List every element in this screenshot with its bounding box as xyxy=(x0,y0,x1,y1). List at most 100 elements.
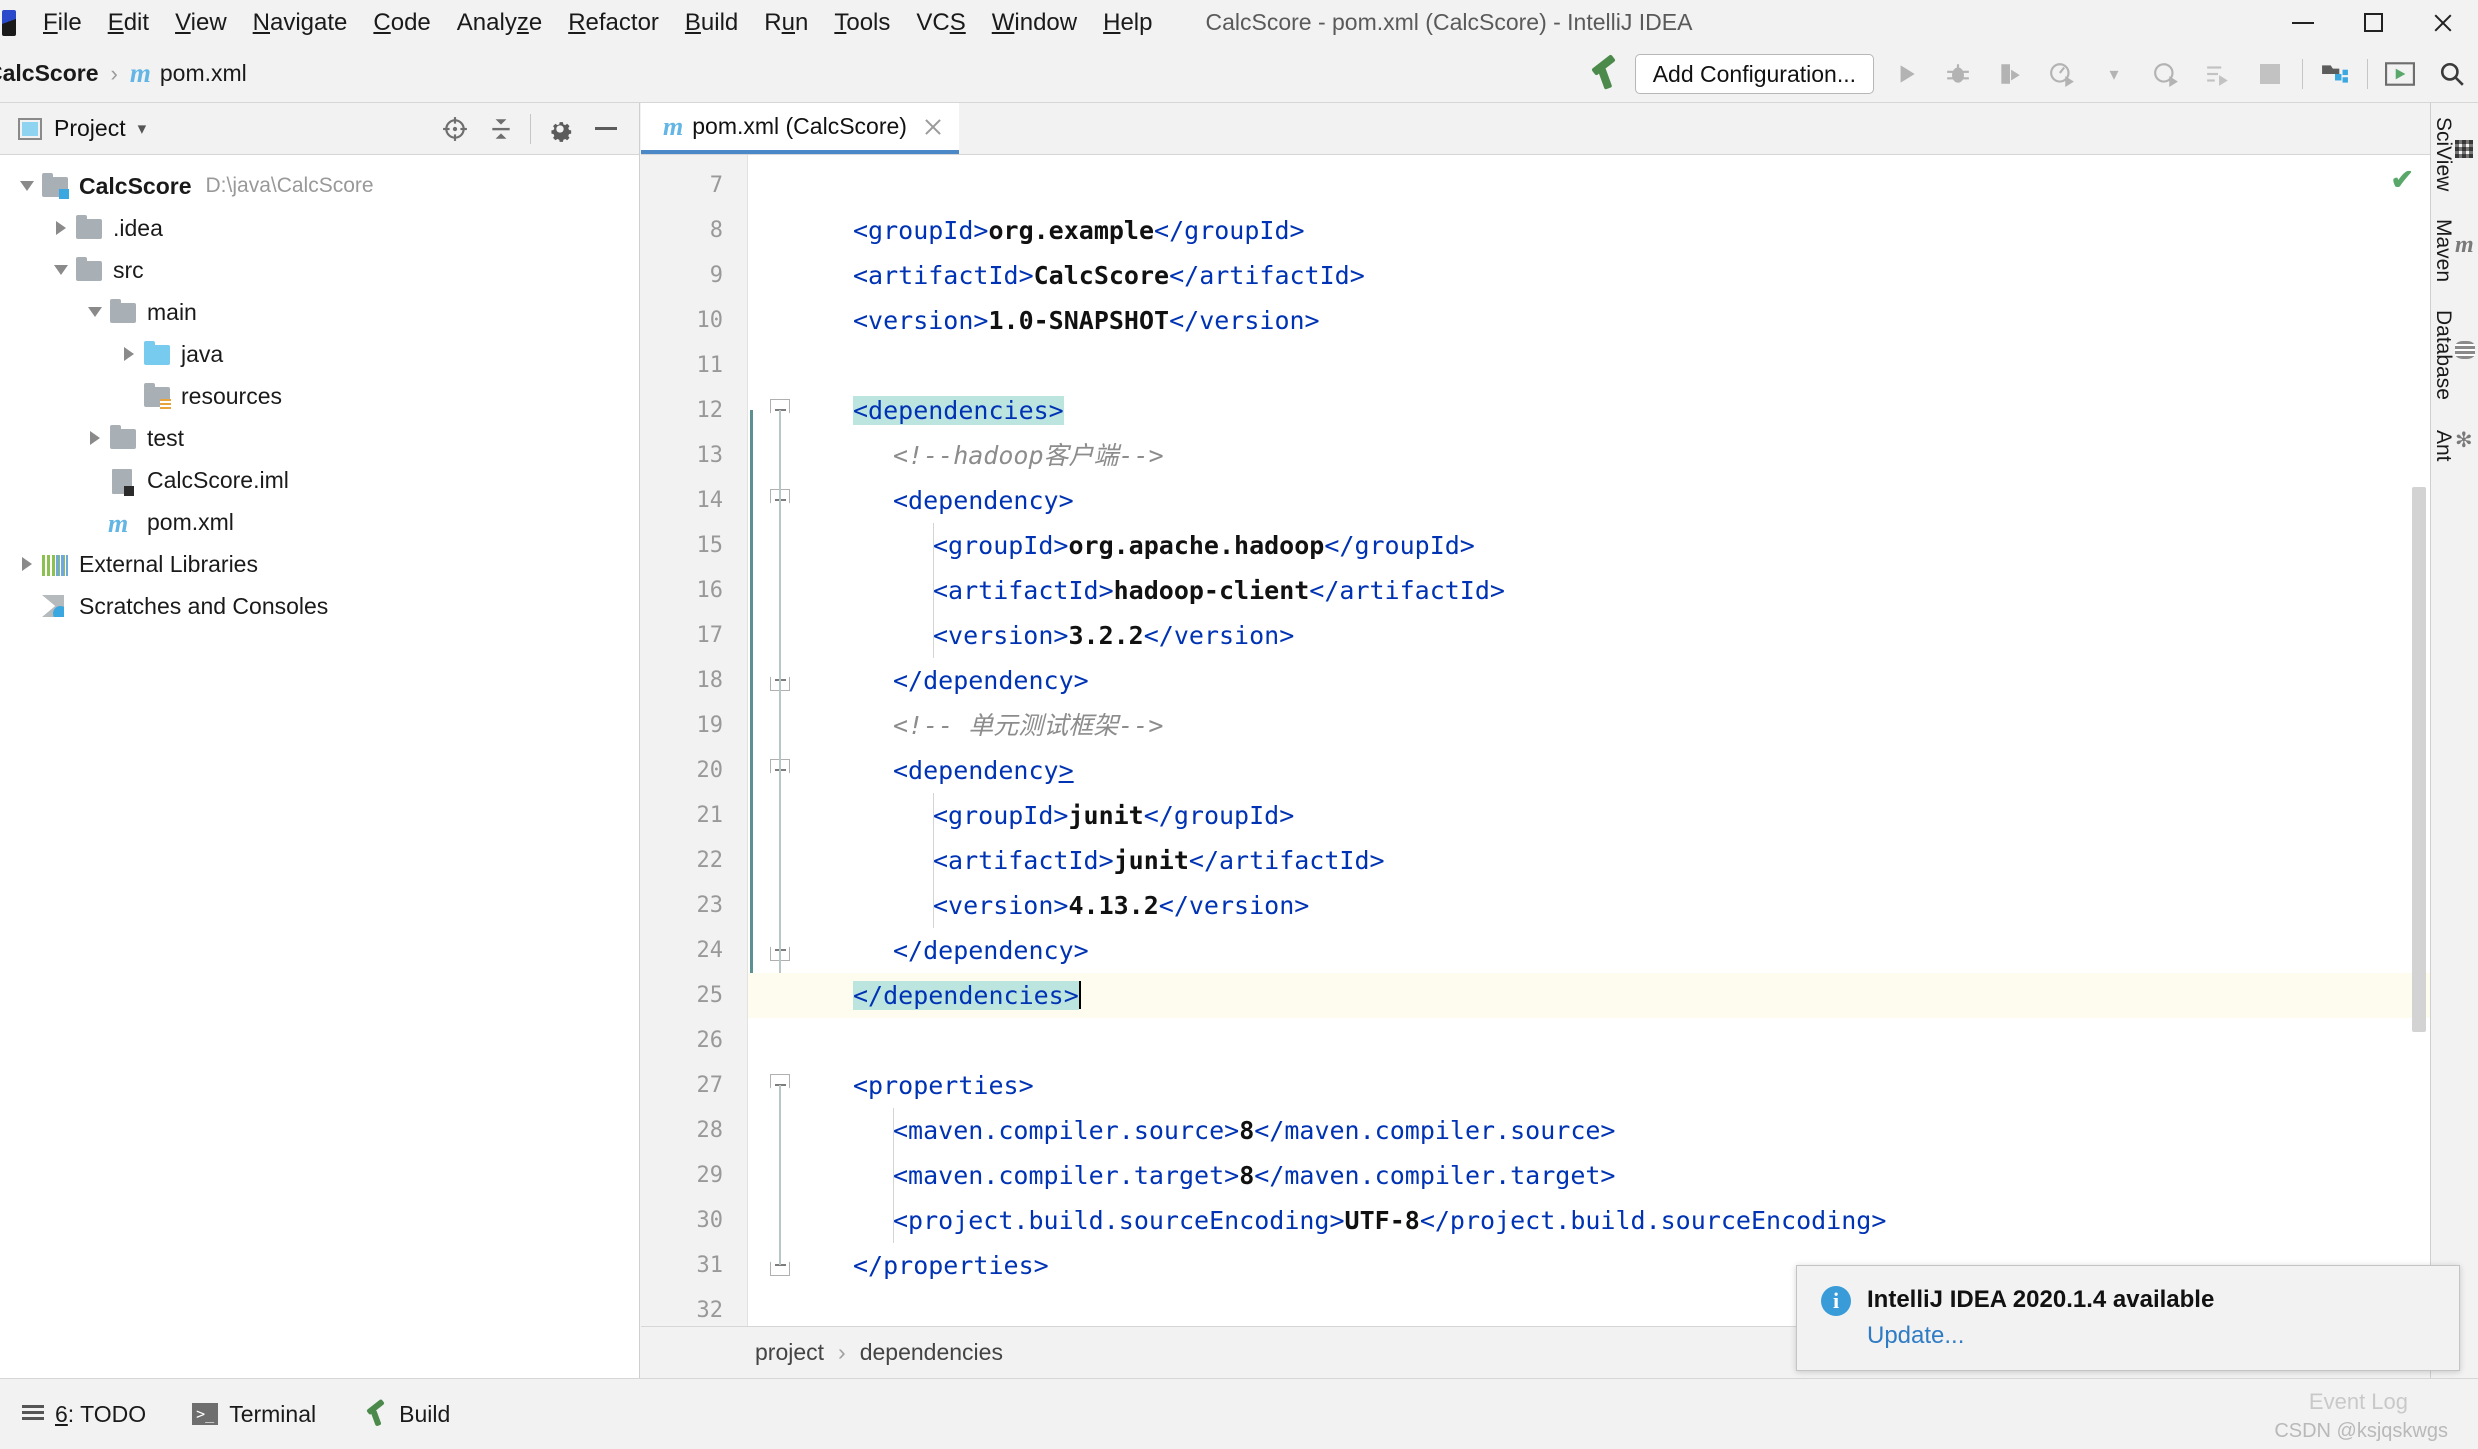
tool-window-database[interactable]: Database xyxy=(2431,296,2475,414)
tree-node-calcscore[interactable]: CalcScore D:\java\CalcScore xyxy=(0,165,639,207)
status-item-label: 6: TODO xyxy=(55,1400,147,1427)
expand-arrow-icon[interactable] xyxy=(14,557,40,571)
status-item-terminal[interactable]: >_ Terminal xyxy=(192,1401,316,1428)
add-configuration-button[interactable]: Add Configuration... xyxy=(1634,54,1874,94)
chevron-down-icon[interactable]: ▾ xyxy=(138,119,147,139)
maven-icon: m xyxy=(2455,232,2474,259)
expand-arrow-icon[interactable] xyxy=(82,431,108,445)
code-line[interactable] xyxy=(641,793,2430,838)
code-line[interactable] xyxy=(641,838,2430,883)
collapse-arrow-icon[interactable] xyxy=(82,307,108,317)
line-number: 32 xyxy=(696,1298,724,1323)
expand-arrow-icon[interactable] xyxy=(116,347,142,361)
line-number: 16 xyxy=(696,578,724,603)
code-text: <groupId>junit</groupId> xyxy=(933,801,1295,830)
more-dropdown-button[interactable]: ▾ xyxy=(2088,45,2140,103)
maximize-button[interactable] xyxy=(2338,0,2408,45)
expand-arrow-icon[interactable] xyxy=(48,221,74,235)
tool-window-maven[interactable]: m Maven xyxy=(2431,205,2478,296)
breadcrumb-item-project[interactable]: project xyxy=(755,1339,824,1366)
menu-view[interactable]: View xyxy=(162,6,240,40)
menu-code[interactable]: Code xyxy=(360,6,443,40)
project-settings-button[interactable] xyxy=(537,106,583,152)
breadcrumb-item-dependencies[interactable]: dependencies xyxy=(860,1339,1003,1366)
search-everywhere-button[interactable] xyxy=(2426,45,2478,103)
menu-help[interactable]: Help xyxy=(1090,6,1165,40)
menu-refactor[interactable]: Refactor xyxy=(555,6,672,40)
tree-node-resources[interactable]: resources xyxy=(0,375,639,417)
tree-node-external-libraries[interactable]: External Libraries xyxy=(0,543,639,585)
code-text: <version>1.0-SNAPSHOT</version> xyxy=(853,306,1320,335)
folder-resources-icon xyxy=(142,383,172,410)
tree-node-pom-xml[interactable]: m pom.xml xyxy=(0,501,639,543)
tool-window-sciview[interactable]: SciView xyxy=(2431,103,2473,205)
tool-window-label: SciView xyxy=(2432,117,2455,192)
tree-node-idea[interactable]: .idea xyxy=(0,207,639,249)
menu-file[interactable]: File xyxy=(30,6,95,40)
menu-build[interactable]: Build xyxy=(672,6,751,40)
navigation-bar: CalcScore › m pom.xml Add Configuration.… xyxy=(0,45,2478,103)
tree-node-main[interactable]: main xyxy=(0,291,639,333)
code-editor[interactable]: 7 8 <groupId>org.example</groupId> 9 <artifa… xyxy=(641,155,2430,1326)
code-text: <dependency> xyxy=(893,756,1074,785)
debug-button[interactable] xyxy=(1932,45,1984,103)
event-log-label[interactable]: Event Log xyxy=(2309,1389,2408,1415)
tree-node-scratches-and-consoles[interactable]: Scratches and Consoles xyxy=(0,585,639,627)
tab-close-icon[interactable] xyxy=(923,117,943,137)
run-extra-button[interactable] xyxy=(2140,45,2192,103)
tab-pom-xml[interactable]: m pom.xml (CalcScore) xyxy=(641,103,959,154)
hide-panel-button[interactable] xyxy=(583,106,629,152)
breadcrumb-project[interactable]: CalcScore xyxy=(0,60,99,87)
build-project-button[interactable] xyxy=(1577,45,1629,103)
collapse-all-button[interactable] xyxy=(478,106,524,152)
tool-window-ant[interactable]: ✻ Ant xyxy=(2431,414,2473,477)
code-line[interactable] xyxy=(641,163,2430,208)
maven-file-icon: m xyxy=(663,111,684,141)
profile-button[interactable] xyxy=(2036,45,2088,103)
breadcrumb-separator: › xyxy=(838,1339,846,1365)
line-number: 27 xyxy=(696,1073,724,1098)
minimize-button[interactable] xyxy=(2268,0,2338,45)
code-line[interactable] xyxy=(641,523,2430,568)
collapse-arrow-icon[interactable] xyxy=(48,265,74,275)
panel-divider xyxy=(530,113,531,144)
run-button[interactable] xyxy=(1880,45,1932,103)
menu-window[interactable]: Window xyxy=(979,6,1090,40)
menu-vcs[interactable]: VCS xyxy=(903,6,978,40)
status-item-todo[interactable]: 6: TODO xyxy=(22,1401,146,1428)
status-item-build[interactable]: Build xyxy=(362,1398,450,1428)
inspection-status-icon[interactable]: ✔ xyxy=(2391,163,2414,196)
menu-tools[interactable]: Tools xyxy=(821,6,903,40)
close-button[interactable] xyxy=(2408,0,2478,45)
menu-edit[interactable]: Edit xyxy=(95,6,162,40)
tree-node-src[interactable]: src xyxy=(0,249,639,291)
menu-navigate[interactable]: Navigate xyxy=(240,6,361,40)
project-structure-button[interactable] xyxy=(2309,45,2361,103)
code-text: <artifactId>hadoop-client</artifactId> xyxy=(933,576,1505,605)
line-number: 7 xyxy=(709,173,723,198)
minus-icon xyxy=(595,127,617,130)
code-line[interactable] xyxy=(641,1018,2430,1063)
run-steps-button[interactable] xyxy=(2192,45,2244,103)
code-line[interactable] xyxy=(641,343,2430,388)
notification-popup[interactable]: i IntelliJ IDEA 2020.1.4 available Updat… xyxy=(1796,1265,2460,1371)
code-text: <!-- 单元测试框架--> xyxy=(893,711,1164,740)
menu-run[interactable]: Run xyxy=(751,6,821,40)
menu-analyze[interactable]: Analyze xyxy=(444,6,555,40)
notification-update-link[interactable]: Update... xyxy=(1867,1322,2435,1350)
breadcrumb-file[interactable]: pom.xml xyxy=(160,60,247,87)
run-with-coverage-button[interactable] xyxy=(1984,45,2036,103)
editor-vertical-scrollbar[interactable] xyxy=(2412,487,2426,1032)
tree-node-java[interactable]: java xyxy=(0,333,639,375)
run-anything-button[interactable] xyxy=(2374,45,2426,103)
code-text: <project.build.sourceEncoding>UTF-8</pro… xyxy=(893,1206,1887,1235)
stop-button[interactable] xyxy=(2244,45,2296,103)
tree-node-calcscore-iml[interactable]: CalcScore.iml xyxy=(0,459,639,501)
locate-file-button[interactable] xyxy=(432,106,478,152)
code-line[interactable] xyxy=(641,613,2430,658)
code-line[interactable] xyxy=(641,883,2430,928)
collapse-arrow-icon[interactable] xyxy=(14,181,40,191)
tree-node-test[interactable]: test xyxy=(0,417,639,459)
code-line[interactable] xyxy=(641,568,2430,613)
collapse-all-icon xyxy=(492,118,510,139)
